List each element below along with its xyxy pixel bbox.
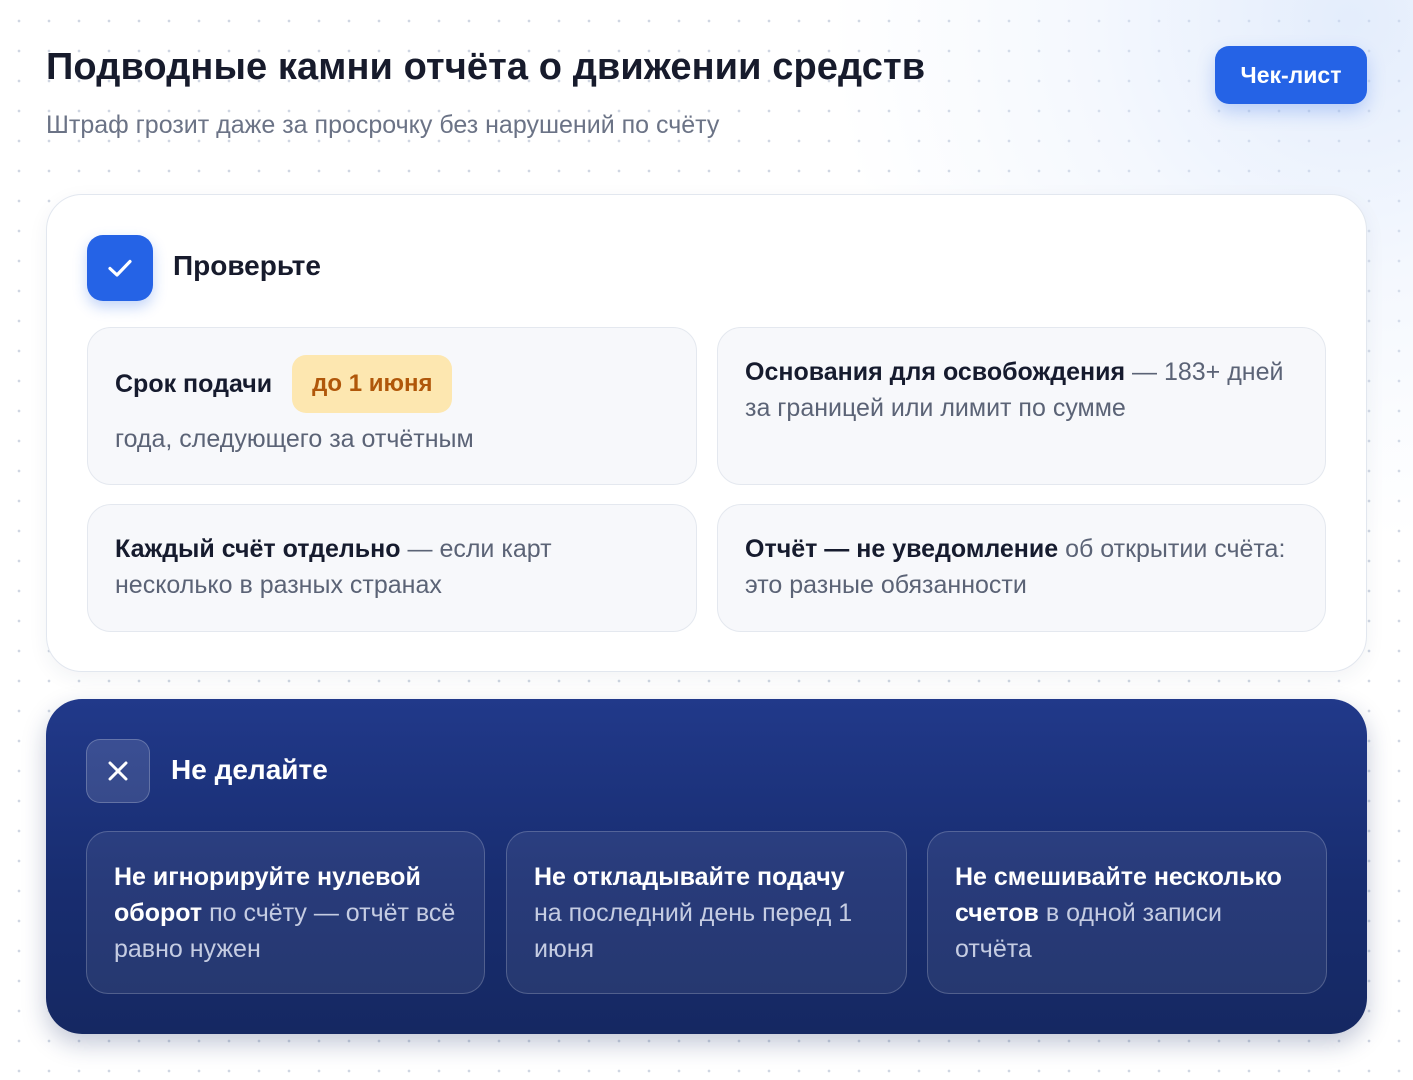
dont-card-zero-turnover: Не игнорируйте нулевой оборот по счёту —… — [86, 831, 485, 994]
dont-card-postpone: Не откладывайте подачу на последний день… — [506, 831, 907, 994]
close-icon — [86, 739, 150, 803]
deadline-badge: до 1 июня — [292, 355, 453, 413]
dont-panel: Не делайте Не игнорируйте нулевой оборот… — [46, 699, 1367, 1034]
dont-section-heading: Не делайте — [171, 754, 328, 785]
deadline-description: года, следующего за отчётным — [115, 425, 474, 453]
card-text: на последний день перед 1 июня — [534, 899, 853, 963]
checklist-button[interactable]: Чек-лист — [1215, 46, 1367, 104]
card-title: Основания для освобождения — [745, 358, 1126, 386]
card-title: Отчёт — не уведомление — [745, 535, 1059, 563]
check-panel: Проверьте Срок подачи до 1 июня года, сл… — [46, 194, 1367, 672]
checkmark-icon — [87, 235, 153, 301]
check-card-each-account: Каждый счёт отдельно — если карт несколь… — [87, 504, 697, 632]
page-title: Подводные камни отчёта о движении средст… — [46, 46, 926, 88]
check-card-not-notification: Отчёт — не уведомление об открытии счёта… — [717, 504, 1326, 632]
check-card-deadline: Срок подачи до 1 июня года, следующего з… — [87, 327, 697, 485]
check-section-heading: Проверьте — [173, 250, 321, 281]
check-card-exemption: Основания для освобождения — 183+ дней з… — [717, 327, 1326, 485]
card-title: Каждый счёт отдельно — [115, 535, 401, 563]
dont-card-mix-accounts: Не смешивайте несколько счетов в одной з… — [927, 831, 1327, 994]
card-title: Не откладывайте подачу — [534, 863, 845, 891]
deadline-title: Срок подачи — [115, 370, 273, 398]
page-subtitle: Штраф грозит даже за просрочку без наруш… — [46, 111, 720, 139]
